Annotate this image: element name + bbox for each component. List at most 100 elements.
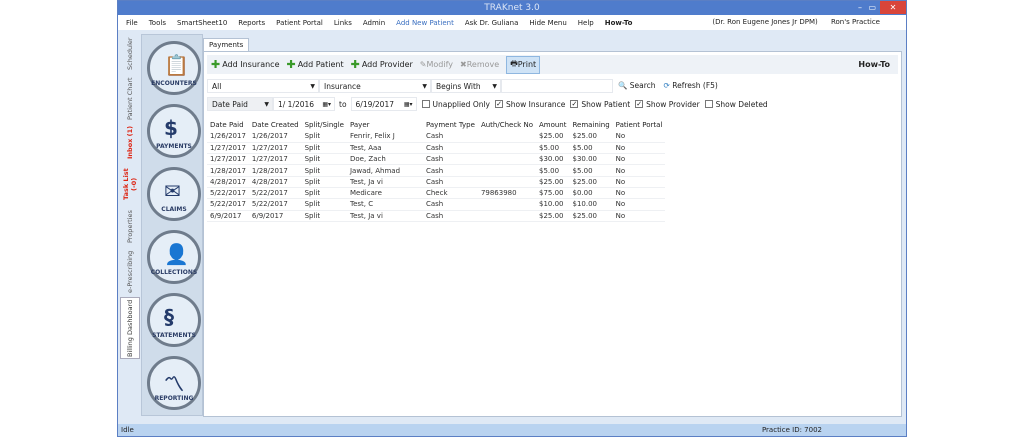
menu-item[interactable]: Ask Dr. Guliana <box>465 19 519 27</box>
menu-item[interactable]: Hide Menu <box>529 19 566 27</box>
checkbox-box: ✓ <box>495 100 503 108</box>
print-button[interactable]: 🖶 Print <box>506 55 541 74</box>
to-date-picker[interactable]: 6/19/2017 ▦▾ <box>350 97 417 111</box>
date-row: Date Paid ▼ 1/ 1/2016 ▦▾ to 6/19/2017 ▦▾ Un… <box>207 96 898 112</box>
table-cell: 6/9/2017 <box>248 210 302 222</box>
payments-table: Date Paid Date Created Split/Single Payer Pa… <box>207 119 666 222</box>
column-header[interactable]: Split/Single <box>302 119 347 131</box>
table-cell: Cash <box>422 142 478 155</box>
module-collections[interactable]: 👤 COLLECTIONS <box>147 230 201 284</box>
table-cell: Doe, Zach <box>346 153 423 166</box>
table-cell: Split <box>301 131 347 143</box>
table-row[interactable]: 1/27/2017 1/27/2017 Split Test, Aaa Cash $5.0… <box>207 142 666 155</box>
maximize-button[interactable]: ▭ <box>868 1 876 14</box>
table-cell: Test, Ja vi <box>346 176 423 188</box>
module-reporting[interactable]: 〽 REPORTING <box>147 356 201 410</box>
table-row[interactable]: 1/28/2017 1/28/2017 Split Jawad, Ahmad Cash $… <box>207 164 666 177</box>
table-row[interactable]: 5/22/2017 5/22/2017 Split Test, C Cash $10.00… <box>207 198 666 211</box>
checkbox-label: Show Insurance <box>506 99 566 109</box>
vertical-tab[interactable]: Billing Dashboard <box>120 297 140 359</box>
search-icon: 🔍 <box>618 81 628 90</box>
column-header[interactable]: Auth/Check No <box>478 119 536 131</box>
field-select[interactable]: Insurance ▼ <box>319 78 431 93</box>
vertical-tab[interactable]: Task List (-0) <box>120 161 140 207</box>
minimize-button[interactable]: – <box>858 1 862 14</box>
menu-item[interactable]: Reports <box>238 19 265 27</box>
table-cell <box>477 176 536 188</box>
column-header[interactable]: Payment Type <box>423 119 478 131</box>
table-cell <box>477 210 536 222</box>
table-cell: No <box>612 164 666 177</box>
table-cell: No <box>612 153 666 166</box>
table-cell <box>477 131 536 143</box>
menu-item[interactable]: SmartSheet10 <box>177 19 227 27</box>
table-cell: Split <box>301 142 347 155</box>
add-insurance-button[interactable]: ✚ Add Insurance <box>211 58 280 71</box>
menu-item[interactable]: Links <box>334 19 352 27</box>
column-header[interactable]: Amount <box>536 119 570 131</box>
how-to-link[interactable]: How-To <box>858 60 890 69</box>
table-cell: Fenrir, Felix J <box>346 131 423 143</box>
modify-button[interactable]: ✎ Modify <box>420 60 453 69</box>
search-button[interactable]: 🔍 Search <box>618 81 656 90</box>
module-payments[interactable]: $ PAYMENTS <box>147 104 201 158</box>
module-encounters[interactable]: 📋 ENCOUNTERS <box>147 41 201 95</box>
table-row[interactable]: 5/22/2017 5/22/2017 Split Medicare Check 7986… <box>207 187 666 200</box>
table-row[interactable]: 1/26/2017 1/26/2017 Split Fenrir, Felix J Ca… <box>207 131 666 143</box>
module-statements[interactable]: § STATEMENTS <box>147 293 201 347</box>
vertical-tab[interactable]: Properties <box>120 207 140 247</box>
table-row[interactable]: 1/27/2017 1/27/2017 Split Doe, Zach Cash $30.… <box>207 153 666 166</box>
checkbox-show-provider[interactable]: ✓ Show Provider <box>635 100 700 109</box>
column-header[interactable]: Date Created <box>249 119 302 131</box>
menu-item[interactable]: Help <box>578 19 594 27</box>
table-row[interactable]: 6/9/2017 6/9/2017 Split Test, Ja vi Cash $25.… <box>207 210 666 222</box>
menu-item[interactable]: Add New Patient <box>396 19 454 27</box>
menu-item[interactable]: Admin <box>363 19 385 27</box>
table-cell: Check <box>422 187 478 200</box>
module-label: COLLECTIONS <box>150 269 198 276</box>
checkbox-unapplied-only[interactable]: Unapplied Only <box>421 100 490 109</box>
vertical-tab[interactable]: Inbox (1) <box>120 123 140 161</box>
column-header[interactable]: Date Paid <box>207 119 249 131</box>
menu-item[interactable]: How-To <box>605 19 633 27</box>
menu-item[interactable]: File <box>126 19 138 27</box>
column-header[interactable]: Patient Portal <box>613 119 666 131</box>
vertical-tab[interactable]: Patient Chart <box>120 75 140 123</box>
add-patient-button[interactable]: ✚ Add Patient <box>287 58 344 71</box>
search-input[interactable] <box>501 78 613 93</box>
checkbox-show-patient[interactable]: ✓ Show Patient <box>570 100 630 109</box>
refresh-button[interactable]: ⟳ Refresh (F5) <box>664 81 718 90</box>
remove-button[interactable]: ✖ Remove <box>460 60 499 69</box>
tab-payments[interactable]: Payments <box>203 38 250 51</box>
checkbox-show-deleted[interactable]: Show Deleted <box>704 100 768 109</box>
menu-item[interactable]: Tools <box>149 19 166 27</box>
table-cell: $10.00 <box>569 198 613 211</box>
column-header[interactable]: Remaining <box>570 119 613 131</box>
table-cell: $5.00 <box>535 142 570 155</box>
date-type-select[interactable]: Date Paid ▼ <box>207 97 273 111</box>
scope-select[interactable]: All ▼ <box>207 78 319 93</box>
from-date-picker[interactable]: 1/ 1/2016 ▦▾ <box>273 97 335 111</box>
app-window: TRAKnet 3.0 – ▭ ✕ File Tools SmartSheet10 R… <box>117 0 907 437</box>
vertical-tab[interactable]: Scheduler <box>120 33 140 75</box>
checkbox-show-insurance[interactable]: ✓ Show Insurance <box>495 100 565 109</box>
vertical-tab[interactable]: e-Prescribing <box>120 247 140 297</box>
label: Remove <box>466 60 500 69</box>
title-bar: TRAKnet 3.0 – ▭ ✕ <box>118 1 906 15</box>
user-name: (Dr. Ron Eugene Jones Jr DPM) <box>712 18 818 26</box>
match-select[interactable]: Begins With ▼ <box>431 78 501 93</box>
status-bar: Idle Practice ID: 7002 <box>118 424 906 436</box>
column-header[interactable]: Payer <box>347 119 423 131</box>
table-cell: $5.00 <box>569 164 613 177</box>
menu-item[interactable]: Patient Portal <box>276 19 323 27</box>
add-provider-button[interactable]: ✚ Add Provider <box>351 58 413 71</box>
table-cell: Medicare <box>346 187 423 200</box>
close-button[interactable]: ✕ <box>880 1 906 14</box>
table-cell: 1/27/2017 <box>207 142 249 155</box>
reporting-icon: 〽 <box>164 372 184 396</box>
table-row[interactable]: 4/28/2017 4/28/2017 Split Test, Ja vi Cash $2… <box>207 176 666 188</box>
module-claims[interactable]: ✉ CLAIMS <box>147 167 201 221</box>
table-cell: 1/26/2017 <box>248 131 302 143</box>
menu-bar: File Tools SmartSheet10 Reports Patient Port… <box>118 15 906 30</box>
table-cell: $25.00 <box>535 210 570 222</box>
